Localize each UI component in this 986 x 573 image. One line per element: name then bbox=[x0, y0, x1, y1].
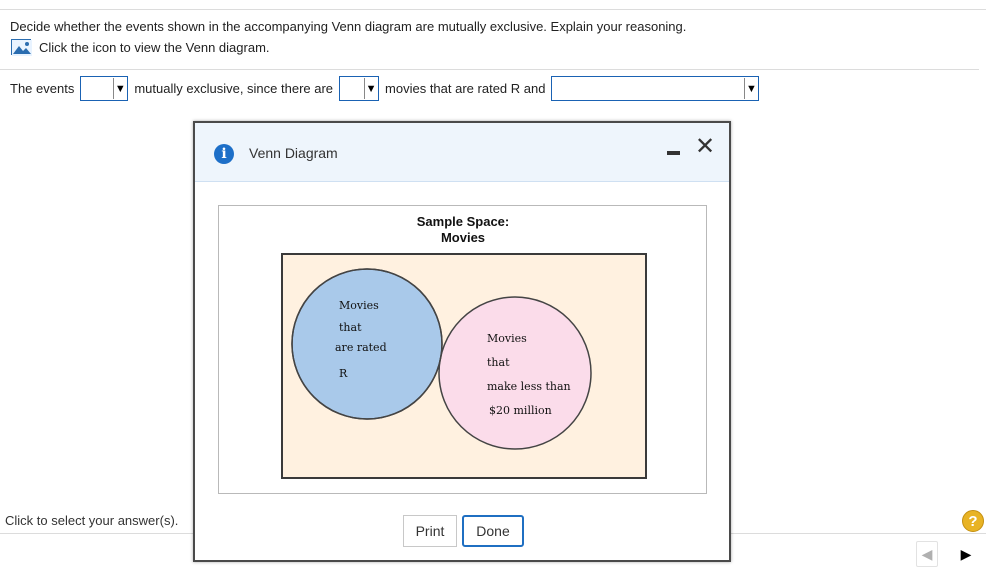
answer-dropdown-1[interactable]: ▼ bbox=[80, 76, 129, 101]
answer-dropdown-3[interactable]: ▼ bbox=[551, 76, 760, 101]
venn-svg: Sample Space: Movies Movies that are rat… bbox=[281, 214, 647, 479]
select-answer-hint: Click to select your answer(s). bbox=[5, 513, 179, 528]
close-button[interactable]: ✕ bbox=[695, 134, 715, 158]
prev-arrow-icon[interactable]: ◀ bbox=[916, 541, 938, 567]
section-divider bbox=[0, 69, 979, 70]
answer-text-2: mutually exclusive, since there are bbox=[134, 81, 334, 96]
done-button[interactable]: Done bbox=[462, 515, 524, 547]
answer-text-1: The events bbox=[10, 81, 75, 96]
circle-a-label-3: are rated bbox=[335, 341, 387, 354]
info-icon: i bbox=[214, 144, 234, 164]
dialog-title: Venn Diagram bbox=[249, 145, 338, 161]
venn-diagram: Sample Space: Movies Movies that are rat… bbox=[218, 205, 707, 494]
answer-row: The events ▼ mutually exclusive, since t… bbox=[10, 76, 765, 101]
circle-less-than-20m bbox=[439, 297, 591, 449]
dropdown-arrow-icon: ▼ bbox=[744, 78, 758, 99]
dropdown-arrow-icon: ▼ bbox=[113, 78, 127, 99]
minimize-icon bbox=[667, 151, 680, 155]
minimize-button[interactable] bbox=[667, 141, 681, 159]
print-button[interactable]: Print bbox=[403, 515, 457, 547]
dropdown-arrow-icon: ▼ bbox=[364, 78, 378, 99]
circle-a-label-4: R bbox=[339, 367, 348, 380]
dialog-header: i Venn Diagram ✕ bbox=[195, 123, 729, 182]
question-text: Decide whether the events shown in the a… bbox=[10, 19, 687, 34]
sample-space-label: Sample Space: bbox=[417, 214, 510, 229]
top-divider bbox=[0, 9, 986, 10]
help-icon[interactable]: ? bbox=[962, 510, 984, 532]
circle-b-label-3: make less than bbox=[487, 380, 571, 393]
venn-link-text[interactable]: Click the icon to view the Venn diagram. bbox=[39, 40, 270, 55]
answer-text-3: movies that are rated R and bbox=[385, 81, 546, 96]
answer-dropdown-2[interactable]: ▼ bbox=[339, 76, 380, 101]
circle-a-label-1: Movies bbox=[339, 299, 379, 312]
venn-link-row[interactable]: Click the icon to view the Venn diagram. bbox=[11, 39, 270, 56]
circle-b-label-1: Movies bbox=[487, 332, 527, 345]
circle-b-label-2: that bbox=[487, 356, 510, 369]
next-arrow-icon[interactable]: ▶ bbox=[955, 541, 977, 567]
image-icon[interactable] bbox=[11, 39, 32, 56]
venn-diagram-dialog: i Venn Diagram ✕ Sample Space: Movies Mo… bbox=[193, 121, 731, 562]
circle-a-label-2: that bbox=[339, 321, 362, 334]
circle-b-label-4: $20 million bbox=[489, 404, 552, 417]
sample-space-name: Movies bbox=[441, 230, 485, 245]
